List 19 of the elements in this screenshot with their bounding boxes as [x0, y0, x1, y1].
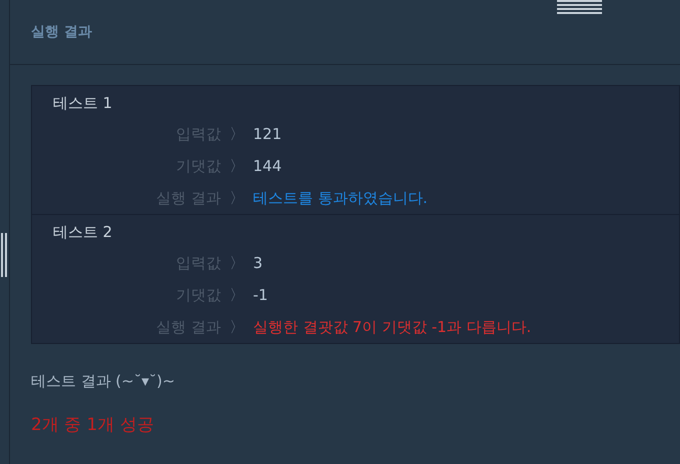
chevron-text: 〉: [228, 252, 246, 274]
row-value: 3: [253, 252, 263, 274]
chevron-text: 〉: [228, 316, 246, 338]
test-title: 테스트 1: [53, 92, 112, 114]
chevron-text: 〉: [228, 188, 246, 209]
chevron-text: 〉: [228, 124, 246, 145]
row-value: -1: [253, 284, 268, 306]
summary-title: 테스트 결과 (~˘▾˘)~: [31, 371, 176, 392]
row-value: 121: [253, 124, 282, 145]
resize-handle-icon[interactable]: [1, 233, 7, 277]
summary-text: 2개 중 1개 성공: [31, 414, 155, 436]
row-value: 테스트를 통과하였습니다.: [253, 188, 428, 209]
test-title: 테스트 2: [53, 222, 112, 243]
row-value: 실행한 결괏값 7이 기댓값 -1과 다릅니다.: [253, 316, 532, 338]
row-value: 144: [253, 156, 282, 177]
panel-title: 실행 결과: [31, 22, 92, 42]
chevron-text: 〉: [228, 156, 246, 177]
chevron-text: 〉: [228, 284, 246, 306]
drag-handle-icon[interactable]: [557, 0, 602, 14]
